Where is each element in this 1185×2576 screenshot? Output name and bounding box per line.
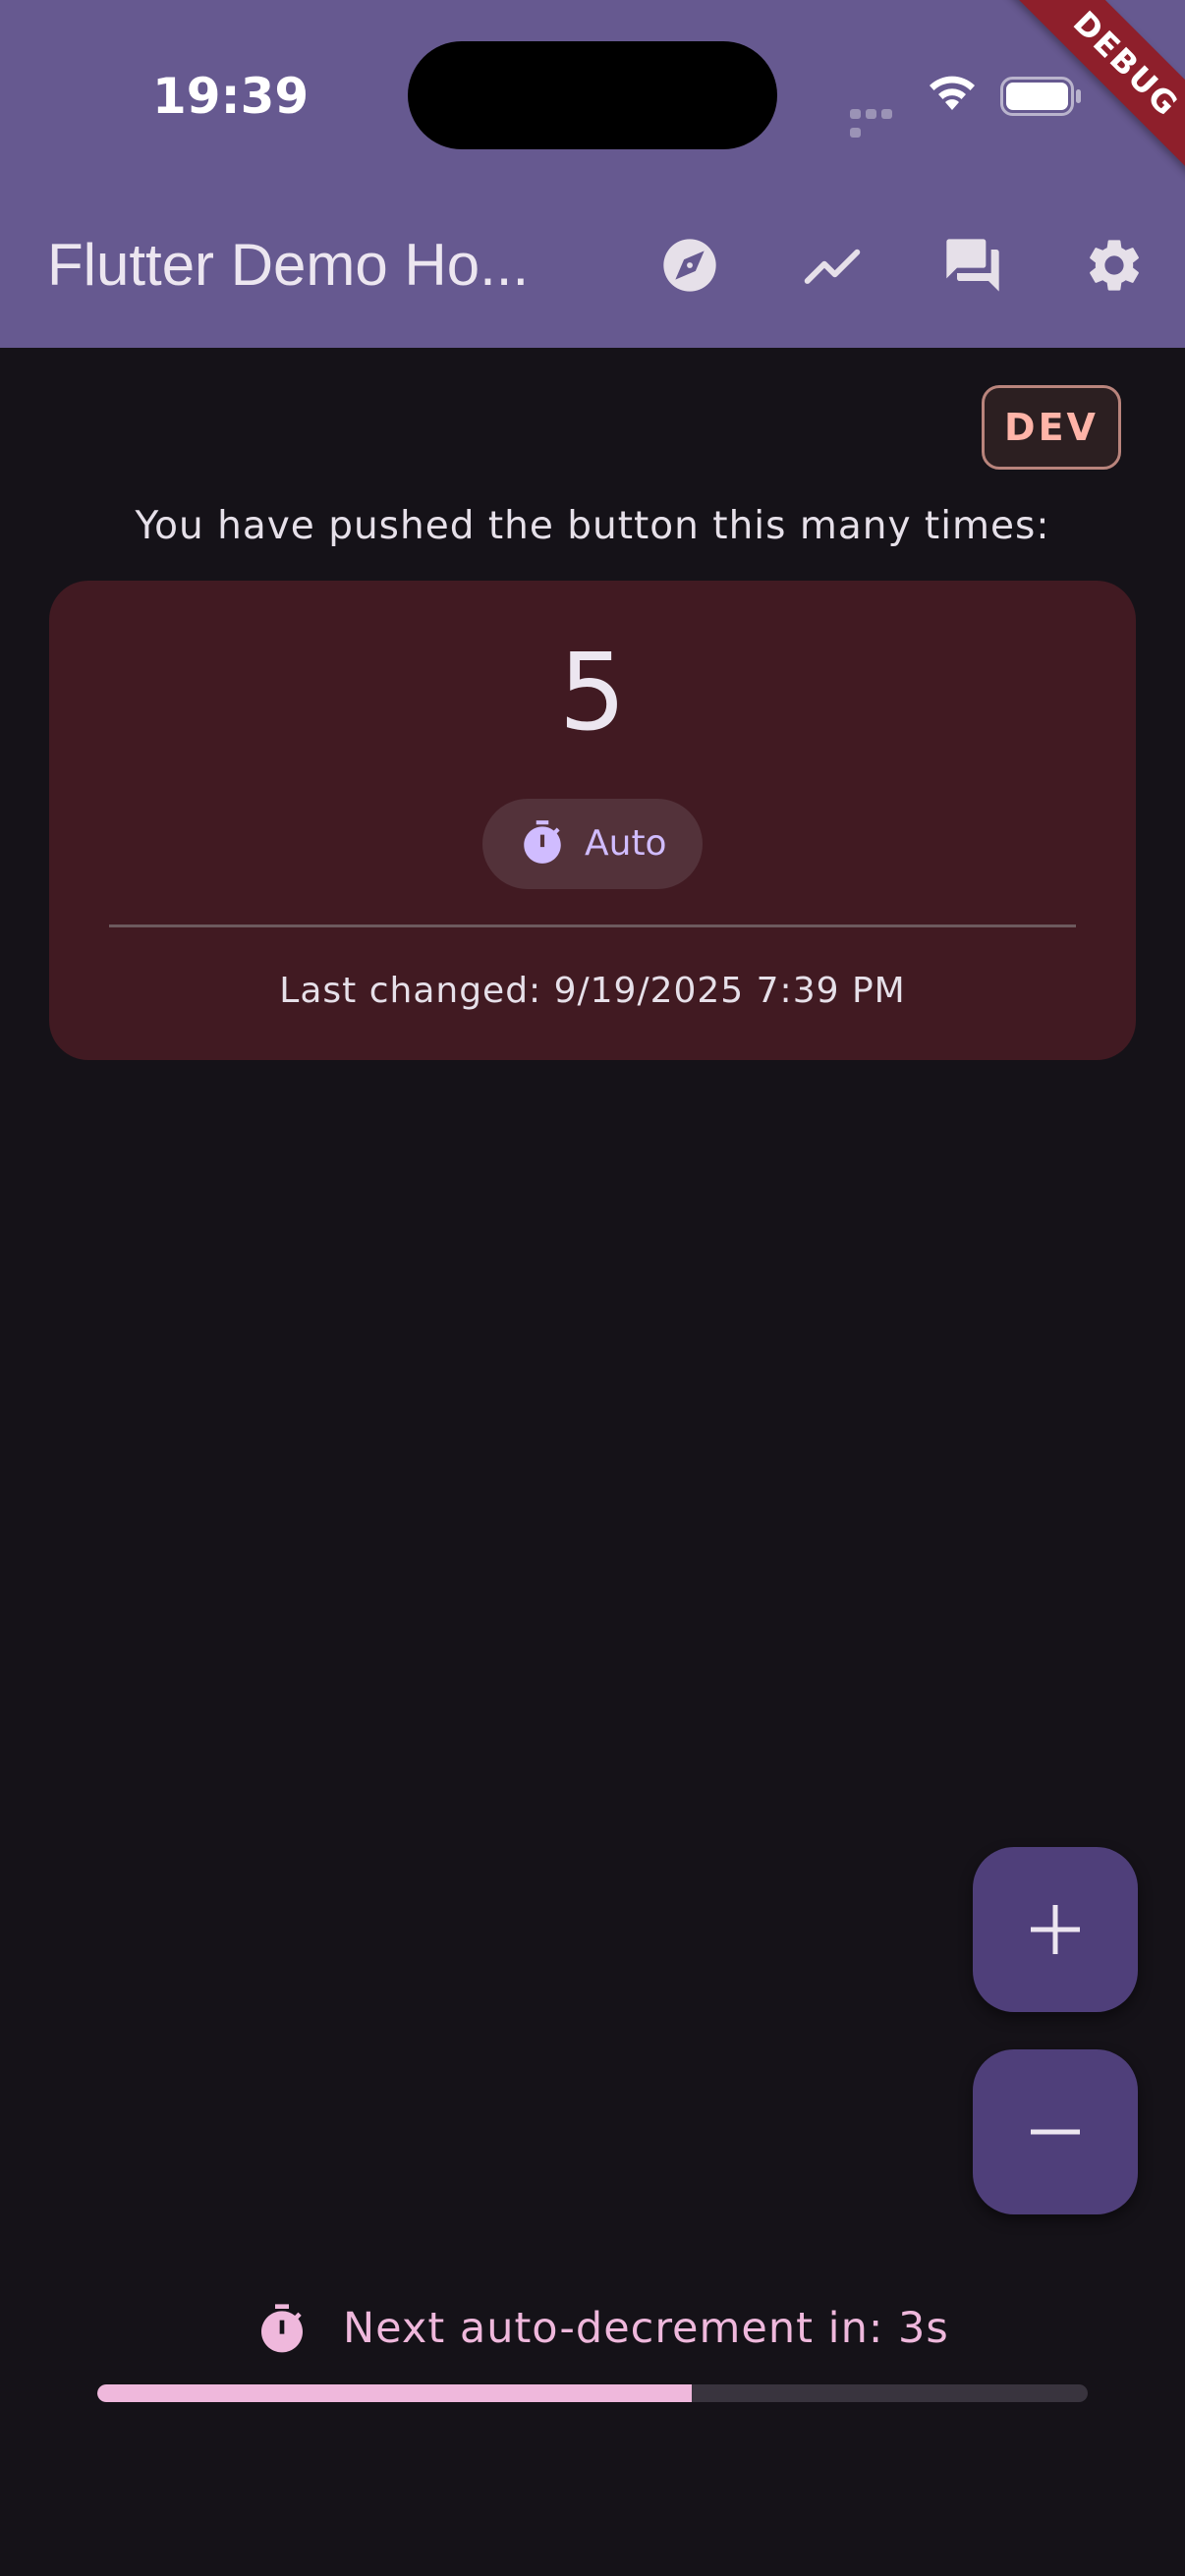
- forum-icon: [946, 239, 999, 292]
- counter-label: You have pushed the button this many tim…: [135, 504, 1050, 548]
- timer-icon: [261, 2304, 303, 2353]
- dynamic-island: [408, 41, 777, 149]
- increment-button[interactable]: [973, 1847, 1138, 2012]
- last-changed-text: Last changed: 9/19/2025 7:39 PM: [279, 971, 906, 1011]
- auto-decrement-text: Next auto-decrement in: 3s: [343, 2304, 949, 2353]
- explore-button[interactable]: [646, 221, 734, 309]
- auto-mode-label: Auto: [585, 823, 667, 864]
- minus-icon: [1031, 2129, 1080, 2135]
- environment-badge: DEV: [982, 385, 1121, 470]
- battery-icon: [1000, 77, 1081, 116]
- auto-decrement-progress: [97, 2384, 1088, 2402]
- timer-icon: [524, 820, 561, 864]
- card-divider: [109, 924, 1076, 927]
- counter-card: 5 Auto Last changed: 9/19/2025 7:39 PM: [49, 581, 1136, 1060]
- trending-icon: [804, 249, 861, 284]
- page-title: Flutter Demo Ho...: [47, 232, 530, 298]
- status-time: 19:39: [152, 68, 310, 125]
- decrement-button[interactable]: [973, 2049, 1138, 2214]
- explore-icon: [663, 239, 716, 292]
- app-bar: 19:39 DEBUG Flutter Demo Ho...: [0, 0, 1185, 348]
- counter-value: 5: [558, 632, 627, 755]
- auto-decrement-progress-fill: [97, 2384, 692, 2402]
- wifi-icon: [930, 76, 975, 110]
- auto-mode-chip[interactable]: Auto: [482, 799, 703, 889]
- settings-button[interactable]: [1070, 221, 1158, 309]
- settings-icon: [1090, 240, 1139, 291]
- forum-button[interactable]: [929, 221, 1017, 309]
- app-screen: 19:39 DEBUG Flutter Demo Ho... DEV You h…: [0, 0, 1185, 2576]
- cellular-signal-icon: [850, 104, 909, 138]
- trending-button[interactable]: [788, 221, 876, 309]
- plus-icon: [1031, 1905, 1080, 1954]
